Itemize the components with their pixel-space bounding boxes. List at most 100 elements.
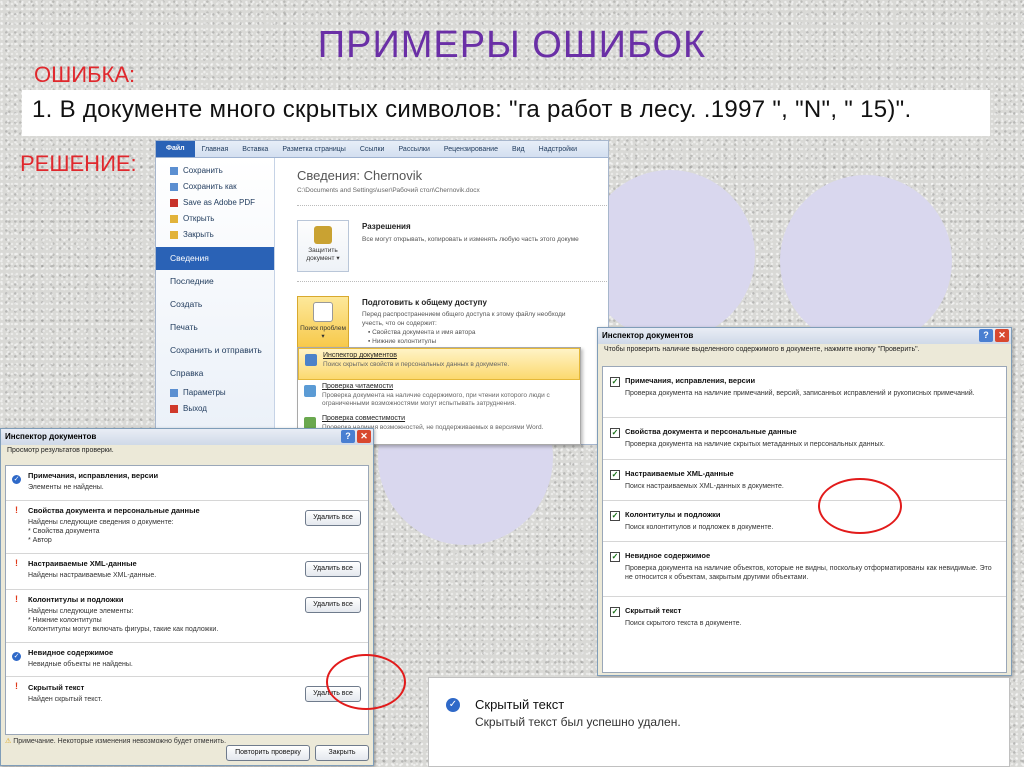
menu-save-send[interactable]: Сохранить и отправить xyxy=(156,339,274,362)
lock-icon xyxy=(314,226,332,244)
result-row: ! Свойства документа и персональные данн… xyxy=(6,501,368,554)
tab-view[interactable]: Вид xyxy=(505,146,532,153)
backstage-menu: Сохранить Сохранить как Save as Adobe PD… xyxy=(156,158,275,444)
dialog-title: Инспектор документов ? ✕ xyxy=(598,328,1011,344)
dropdown-item-accessibility[interactable]: Проверка читаемости Проверка документа н… xyxy=(298,380,580,410)
tab-references[interactable]: Ссылки xyxy=(353,146,392,153)
menu-print[interactable]: Печать xyxy=(156,316,274,339)
option-checkbox[interactable]: ✓ xyxy=(610,428,620,438)
ok-icon: ✓ xyxy=(12,475,21,484)
menu-recent[interactable]: Последние xyxy=(156,270,274,293)
close-doc-icon xyxy=(170,231,178,239)
accessibility-icon xyxy=(304,385,316,397)
remove-all-button[interactable]: Удалить все xyxy=(305,597,361,613)
option-row: ✓ Невидное содержимое Проверка документа… xyxy=(603,542,1006,597)
menu-exit[interactable]: Выход xyxy=(156,401,274,417)
close-icon[interactable]: ✕ xyxy=(995,329,1009,342)
info-title: Сведения: Chernovik xyxy=(297,168,423,183)
hidden-text-result-panel: ✓ Скрытый текст Скрытый текст был успешн… xyxy=(428,677,1010,767)
inspector-results-dialog: Инспектор документов ? ✕ Просмотр резуль… xyxy=(0,428,374,766)
result-heading: Скрытый текст xyxy=(475,697,565,712)
result-text: Скрытый текст был успешно удален. xyxy=(475,715,681,729)
highlight-ring xyxy=(326,654,406,710)
menu-help[interactable]: Справка xyxy=(156,362,274,385)
pdf-icon xyxy=(170,199,178,207)
option-row: ✓ Настраиваемые XML-данные Поиск настраи… xyxy=(603,460,1006,501)
option-row: ✓ Колонтитулы и подложки Поиск колонтиту… xyxy=(603,501,1006,542)
success-check-icon: ✓ xyxy=(446,698,460,712)
save-icon xyxy=(170,167,178,175)
option-row: ✓ Скрытый текст Поиск скрытого текста в … xyxy=(610,606,742,627)
warning-icon: ! xyxy=(15,594,18,604)
dropdown-item-inspector[interactable]: Инспектор документов Поиск скрытых свойс… xyxy=(298,348,580,380)
ribbon-tabs: Файл Главная Вставка Разметка страницы С… xyxy=(156,141,608,158)
exit-icon xyxy=(170,405,178,413)
highlight-ring xyxy=(818,478,902,534)
check-issues-button[interactable]: Поиск проблем ▾ xyxy=(297,296,349,348)
share-bullet-2: ▪ Нижние колонтитулы xyxy=(368,338,437,345)
dialog-intro: Чтобы проверить наличие выделенного соде… xyxy=(604,346,920,353)
dialog-intro: Просмотр результатов проверки. xyxy=(7,447,114,454)
permissions-heading: Разрешения xyxy=(362,222,411,231)
share-heading: Подготовить к общему доступу xyxy=(362,298,487,307)
tab-page-layout[interactable]: Разметка страницы xyxy=(275,146,353,153)
menu-save-pdf[interactable]: Save as Adobe PDF xyxy=(156,195,274,211)
menu-info[interactable]: Сведения xyxy=(156,247,274,270)
options-list: ✓ Примечания, исправления, версии Провер… xyxy=(602,366,1007,673)
option-checkbox[interactable]: ✓ xyxy=(610,377,620,387)
result-row: ! Колонтитулы и подложки Найдены следующ… xyxy=(6,590,368,643)
warning-triangle-icon: ⚠ xyxy=(5,738,12,745)
tab-file[interactable]: Файл xyxy=(156,141,195,157)
share-bullet-1: ▪ Свойства документа и имя автора xyxy=(368,329,476,336)
error-label: ОШИБКА: xyxy=(34,62,136,87)
dialog-title: Инспектор документов ? ✕ xyxy=(1,429,373,445)
option-checkbox[interactable]: ✓ xyxy=(610,552,620,562)
share-text-1: Перед распространением общего доступа к … xyxy=(362,311,566,318)
help-icon[interactable]: ? xyxy=(341,430,355,443)
note-row: ⚠ Примечание. Некоторые изменения невозм… xyxy=(5,738,227,745)
option-checkbox[interactable]: ✓ xyxy=(610,607,620,617)
slide-title: ПРИМЕРЫ ОШИБОК xyxy=(317,24,707,66)
tab-review[interactable]: Рецензирование xyxy=(437,146,505,153)
folder-icon xyxy=(170,215,178,223)
save-as-icon xyxy=(170,183,178,191)
result-row: ! Скрытый текст Найден скрытый текст. Уд… xyxy=(6,677,368,717)
error-text: 1. В документе много скрытых символов: "… xyxy=(32,96,912,123)
warning-icon: ! xyxy=(15,681,18,691)
warning-icon: ! xyxy=(15,505,18,515)
tab-mailings[interactable]: Рассылки xyxy=(391,146,436,153)
menu-open[interactable]: Открыть xyxy=(156,211,274,227)
remove-all-button[interactable]: Удалить все xyxy=(305,561,361,577)
option-checkbox[interactable]: ✓ xyxy=(610,470,620,480)
close-button[interactable]: Закрыть xyxy=(315,745,369,761)
option-checkbox[interactable]: ✓ xyxy=(610,511,620,521)
menu-new[interactable]: Создать xyxy=(156,293,274,316)
decor-circle xyxy=(585,170,755,340)
solution-label: РЕШЕНИЕ: xyxy=(20,151,137,176)
protect-document-button[interactable]: Защитить документ ▾ xyxy=(297,220,349,272)
tab-insert[interactable]: Вставка xyxy=(235,146,275,153)
menu-options[interactable]: Параметры xyxy=(156,385,274,401)
result-row: ! Настраиваемые XML-данные Найдены настр… xyxy=(6,554,368,590)
error-text-strip: 1. В документе много скрытых символов: "… xyxy=(22,90,990,136)
ok-icon: ✓ xyxy=(12,652,21,661)
option-row: ✓ Свойства документа и персональные данн… xyxy=(603,418,1006,460)
tab-home[interactable]: Главная xyxy=(195,146,236,153)
help-icon[interactable]: ? xyxy=(979,329,993,342)
warning-icon: ! xyxy=(15,558,18,568)
permissions-text: Все могут открывать, копировать и изменя… xyxy=(362,236,579,243)
recheck-button[interactable]: Повторить проверку xyxy=(226,745,310,761)
close-icon[interactable]: ✕ xyxy=(357,430,371,443)
inspect-icon xyxy=(313,302,333,322)
inspector-options-dialog: Инспектор документов ? ✕ Чтобы проверить… xyxy=(597,327,1012,676)
options-icon xyxy=(170,389,178,397)
result-row: ✓ Невидное содержимое Невидные объекты н… xyxy=(6,643,368,677)
tab-addins[interactable]: Надстройки xyxy=(532,146,584,153)
menu-save-as[interactable]: Сохранить как xyxy=(156,179,274,195)
menu-close[interactable]: Закрыть xyxy=(156,227,274,243)
share-text-2: учесть, что он содержит: xyxy=(362,320,437,327)
remove-all-button[interactable]: Удалить все xyxy=(305,510,361,526)
menu-save[interactable]: Сохранить xyxy=(156,163,274,179)
inspector-icon xyxy=(305,354,317,366)
option-row: ✓ Примечания, исправления, версии Провер… xyxy=(603,367,1006,418)
